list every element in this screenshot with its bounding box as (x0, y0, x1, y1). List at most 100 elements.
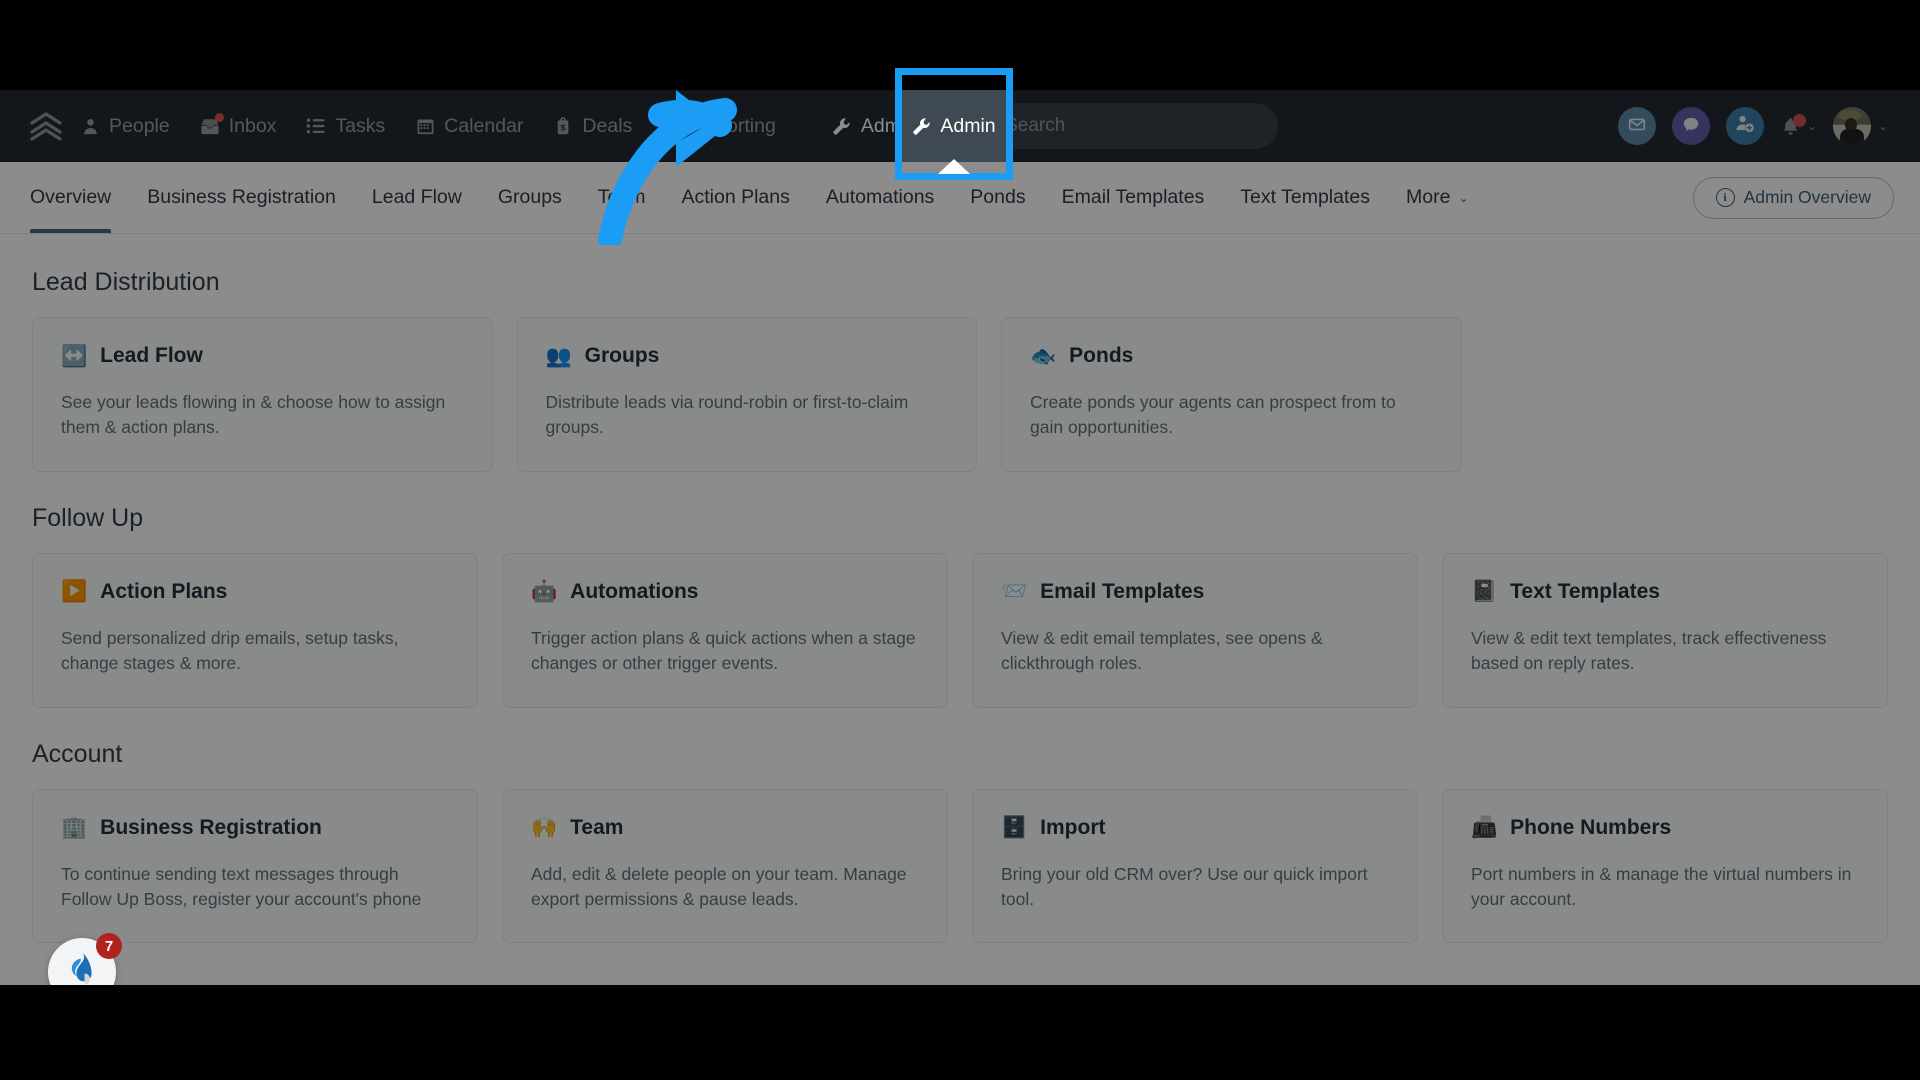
tab-team[interactable]: Team (580, 162, 664, 233)
tab-ponds[interactable]: Ponds (952, 162, 1043, 233)
incoming-envelope-icon: 📨 (1001, 580, 1028, 604)
tab-text-templates[interactable]: Text Templates (1222, 162, 1388, 233)
inbox-icon (200, 113, 224, 136)
user-menu[interactable]: ⌄ (1832, 107, 1888, 145)
card-team[interactable]: 🙌 Team Add, edit & delete people on your… (502, 788, 948, 944)
wrench-icon (832, 116, 852, 136)
tab-email-templates[interactable]: Email Templates (1044, 162, 1223, 233)
tab-business-registration[interactable]: Business Registration (129, 162, 354, 233)
card-description: Distribute leads via round-robin or firs… (545, 392, 909, 438)
card-description: Bring your old CRM over? Use our quick i… (1001, 863, 1368, 909)
admin-overview-button[interactable]: i Admin Overview (1692, 176, 1894, 219)
nav-label-calendar: Calendar (444, 114, 524, 137)
admin-overview-content: Lead Distribution ↔️ Lead Flow See your … (0, 234, 1920, 985)
grid-spacer (1486, 317, 1889, 472)
chat-action-button[interactable] (1671, 107, 1710, 145)
card-action-plans[interactable]: ▶️ Action Plans Send personalized drip e… (32, 552, 478, 708)
notifications-button[interactable]: ⌄ (1780, 113, 1817, 137)
tag-icon: $ (553, 116, 573, 136)
card-title: Team (570, 815, 624, 839)
add-person-action-button[interactable] (1725, 107, 1764, 145)
card-email-templates[interactable]: 📨 Email Templates View & edit email temp… (972, 552, 1418, 708)
section-account: Account 🏢 Business Registration To conti… (32, 740, 1888, 944)
tab-label: Team (597, 186, 646, 208)
tab-label: Groups (497, 186, 562, 208)
robot-icon: 🤖 (531, 580, 558, 604)
tab-groups[interactable]: Groups (480, 162, 580, 233)
tab-label: Action Plans (681, 186, 790, 208)
tab-label: Email Templates (1061, 186, 1205, 208)
card-title: Automations (570, 579, 699, 603)
inbox-unread-badge (214, 113, 224, 122)
card-description: Create ponds your agents can prospect fr… (1030, 392, 1396, 438)
card-title: Ponds (1069, 344, 1134, 367)
tab-label: Overview (30, 186, 112, 208)
envelope-icon (1627, 114, 1647, 139)
nav-item-calendar[interactable]: Calendar (415, 115, 523, 138)
tab-lead-flow[interactable]: Lead Flow (354, 162, 480, 233)
card-phone-numbers[interactable]: 📠 Phone Numbers Port numbers in & manage… (1442, 788, 1888, 944)
card-business-registration[interactable]: 🏢 Business Registration To continue send… (32, 788, 478, 944)
global-search[interactable] (956, 103, 1279, 149)
card-description: Add, edit & delete people on your team. … (531, 863, 907, 909)
calendar-icon (415, 116, 435, 136)
office-building-icon: 🏢 (61, 816, 88, 839)
card-title: Groups (584, 344, 660, 367)
application-viewport: People Inbox Tasks Calendar $ Deals Repo… (0, 90, 1920, 985)
chart-icon (662, 116, 682, 136)
top-navigation-bar: People Inbox Tasks Calendar $ Deals Repo… (0, 90, 1920, 162)
nav-item-admin[interactable]: Admin (814, 92, 934, 161)
tab-label: Business Registration (147, 186, 336, 208)
left-right-arrow-icon: ↔️ (61, 344, 88, 368)
card-description: To continue sending text messages throug… (61, 863, 422, 909)
card-ponds[interactable]: 🐟 Ponds Create ponds your agents can pro… (1001, 317, 1462, 472)
svg-text:$: $ (561, 122, 566, 132)
nav-item-inbox[interactable]: Inbox (200, 113, 277, 138)
card-grid: ▶️ Action Plans Send personalized drip e… (32, 552, 1888, 708)
tab-automations[interactable]: Automations (808, 162, 952, 233)
tab-more[interactable]: More ⌄ (1388, 162, 1487, 233)
list-icon (306, 116, 326, 136)
card-text-templates[interactable]: 📓 Text Templates View & edit text templa… (1442, 552, 1888, 708)
primary-nav-items: People Inbox Tasks Calendar $ Deals Repo… (80, 92, 934, 161)
card-description: See your leads flowing in & choose how t… (61, 392, 446, 438)
card-lead-flow[interactable]: ↔️ Lead Flow See your leads flowing in &… (32, 317, 493, 472)
notification-badge (1792, 113, 1806, 127)
card-automations[interactable]: 🤖 Automations Trigger action plans & qui… (502, 552, 948, 708)
section-title: Account (32, 739, 123, 768)
section-follow-up: Follow Up ▶️ Action Plans Send personali… (32, 504, 1888, 708)
tab-label: More (1406, 186, 1451, 208)
card-import[interactable]: 🗄️ Import Bring your old CRM over? Use o… (972, 788, 1418, 944)
file-cabinet-icon: 🗄️ (1001, 816, 1028, 839)
card-description: Send personalized drip emails, setup tas… (61, 627, 399, 674)
chevron-down-icon: ⌄ (1806, 119, 1817, 133)
person-icon (80, 116, 100, 136)
nav-item-tasks[interactable]: Tasks (306, 115, 385, 138)
card-description: View & edit email templates, see opens &… (1001, 627, 1323, 674)
nav-item-people[interactable]: People (80, 115, 170, 138)
bell-icon (1780, 113, 1806, 137)
letterbox-top (0, 0, 1920, 90)
card-description: Port numbers in & manage the virtual num… (1471, 863, 1852, 909)
tab-action-plans[interactable]: Action Plans (663, 162, 807, 233)
tab-overview[interactable]: Overview (26, 162, 129, 233)
raised-hands-icon: 🙌 (531, 816, 558, 839)
play-button-icon: ▶️ (61, 580, 88, 604)
two-people-icon: 👥 (545, 344, 572, 368)
email-action-button[interactable] (1617, 107, 1656, 145)
card-title: Text Templates (1510, 579, 1660, 603)
nav-item-reporting[interactable]: Reporting (662, 115, 776, 138)
nav-label-inbox: Inbox (228, 114, 277, 137)
nav-item-deals[interactable]: $ Deals (553, 115, 632, 138)
letterbox-bottom (0, 985, 1920, 1080)
card-groups[interactable]: 👥 Groups Distribute leads via round-robi… (516, 317, 977, 472)
app-logo-icon[interactable] (26, 106, 66, 146)
add-person-icon (1734, 113, 1755, 139)
search-input[interactable] (1005, 115, 1261, 137)
card-title: Lead Flow (100, 344, 203, 367)
section-lead-distribution: Lead Distribution ↔️ Lead Flow See your … (32, 268, 1888, 472)
tab-label: Lead Flow (371, 186, 462, 208)
chevron-down-icon: ⌄ (1877, 119, 1888, 133)
card-title: Business Registration (100, 815, 322, 839)
admin-overview-label: Admin Overview (1743, 187, 1871, 207)
